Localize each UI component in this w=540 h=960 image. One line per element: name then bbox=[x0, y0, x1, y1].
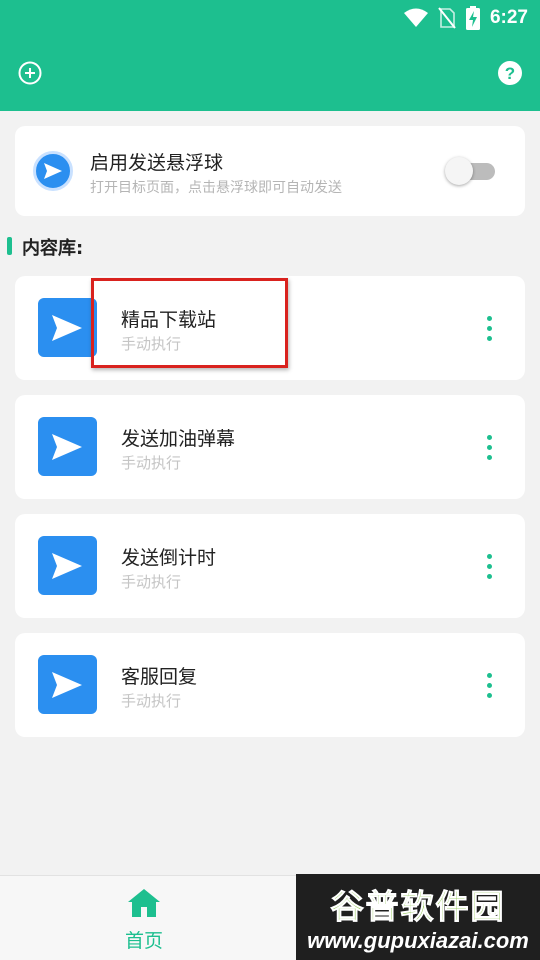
list-item-title: 发送加油弹幕 bbox=[121, 428, 236, 450]
home-icon bbox=[128, 889, 160, 917]
section-marker bbox=[7, 237, 12, 255]
switch-knob bbox=[445, 157, 473, 185]
list-item-title: 客服回复 bbox=[121, 666, 198, 688]
status-bar: 6:27 bbox=[403, 0, 528, 36]
no-sim-icon bbox=[438, 7, 456, 29]
more-vert-icon[interactable] bbox=[479, 433, 499, 461]
nav-home-label: 首页 bbox=[124, 930, 163, 952]
section-title: 内容库: bbox=[22, 238, 84, 259]
list-item[interactable]: 发送倒计时 手动执行 bbox=[15, 514, 525, 618]
send-icon bbox=[38, 298, 97, 357]
add-circle-icon[interactable] bbox=[17, 60, 43, 86]
list-item-subtitle: 手动执行 bbox=[121, 692, 182, 710]
floating-ball-card: 启用发送悬浮球 打开目标页面，点击悬浮球即可自动发送 bbox=[15, 126, 525, 216]
watermark-url: www.gupuxiazai.com bbox=[307, 928, 529, 953]
highlight-box bbox=[91, 278, 288, 368]
app-header: 6:27 ? bbox=[0, 0, 540, 111]
list-item-subtitle: 手动执行 bbox=[121, 454, 182, 472]
list-item-subtitle: 手动执行 bbox=[121, 573, 182, 591]
watermark-title: 谷普软件园 bbox=[330, 887, 506, 927]
list-item[interactable]: 发送加油弹幕 手动执行 bbox=[15, 395, 525, 499]
floating-ball-switch[interactable] bbox=[445, 157, 495, 185]
floating-ball-title: 启用发送悬浮球 bbox=[90, 152, 224, 174]
more-vert-icon[interactable] bbox=[479, 552, 499, 580]
send-icon bbox=[38, 417, 97, 476]
help-icon[interactable]: ? bbox=[497, 60, 523, 86]
more-vert-icon[interactable] bbox=[479, 671, 499, 699]
svg-text:?: ? bbox=[505, 64, 515, 83]
battery-charging-icon bbox=[465, 6, 480, 30]
status-time: 6:27 bbox=[489, 7, 528, 28]
send-icon bbox=[38, 655, 97, 714]
watermark: 谷普软件园 www.gupuxiazai.com bbox=[296, 874, 540, 960]
wifi-icon bbox=[403, 8, 428, 27]
floating-ball-subtitle: 打开目标页面，点击悬浮球即可自动发送 bbox=[90, 180, 342, 196]
send-icon bbox=[38, 536, 97, 595]
nav-home[interactable]: 首页 bbox=[104, 886, 184, 956]
more-vert-icon[interactable] bbox=[479, 314, 499, 342]
list-item-title: 发送倒计时 bbox=[121, 547, 217, 569]
list-item[interactable]: 客服回复 手动执行 bbox=[15, 633, 525, 737]
send-icon bbox=[33, 151, 73, 191]
